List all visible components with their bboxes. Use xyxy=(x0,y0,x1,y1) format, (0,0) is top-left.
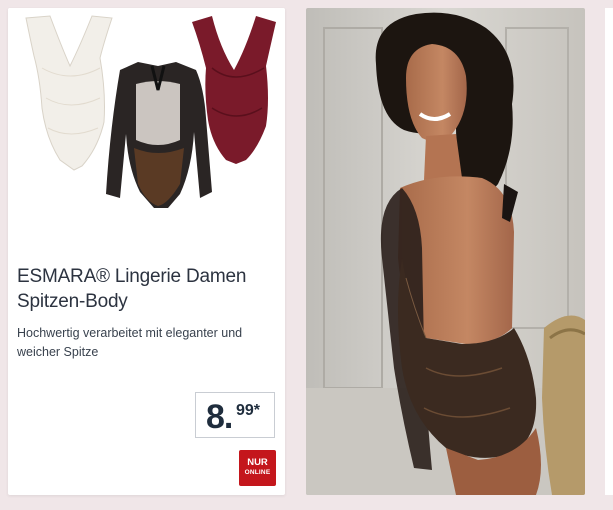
product-description: Hochwertig verarbeitet mit eleganter und… xyxy=(17,326,243,359)
product-image[interactable] xyxy=(8,8,285,238)
badge-line1: NUR xyxy=(247,457,268,468)
price-box: 8. 99* xyxy=(195,392,275,438)
product-title-line1: ESMARA® Lingerie Damen xyxy=(17,266,247,287)
product-title[interactable]: ESMARA® Lingerie Damen Spitzen-Body xyxy=(17,264,277,314)
price-main: 8. xyxy=(206,398,233,436)
model-photo[interactable] xyxy=(306,8,585,495)
white-body-image xyxy=(25,15,113,171)
next-product-card-edge[interactable] xyxy=(605,8,613,495)
page: ESMARA® Lingerie Damen Spitzen-Body Hoch… xyxy=(0,0,613,510)
online-only-badge: NUR ONLINE xyxy=(239,450,276,486)
product-title-line2: Spitzen-Body xyxy=(17,291,128,312)
price-cents: 99* xyxy=(236,402,261,419)
black-body-image xyxy=(106,62,212,208)
badge-line2: ONLINE xyxy=(244,469,271,476)
product-card[interactable]: ESMARA® Lingerie Damen Spitzen-Body Hoch… xyxy=(8,8,285,495)
